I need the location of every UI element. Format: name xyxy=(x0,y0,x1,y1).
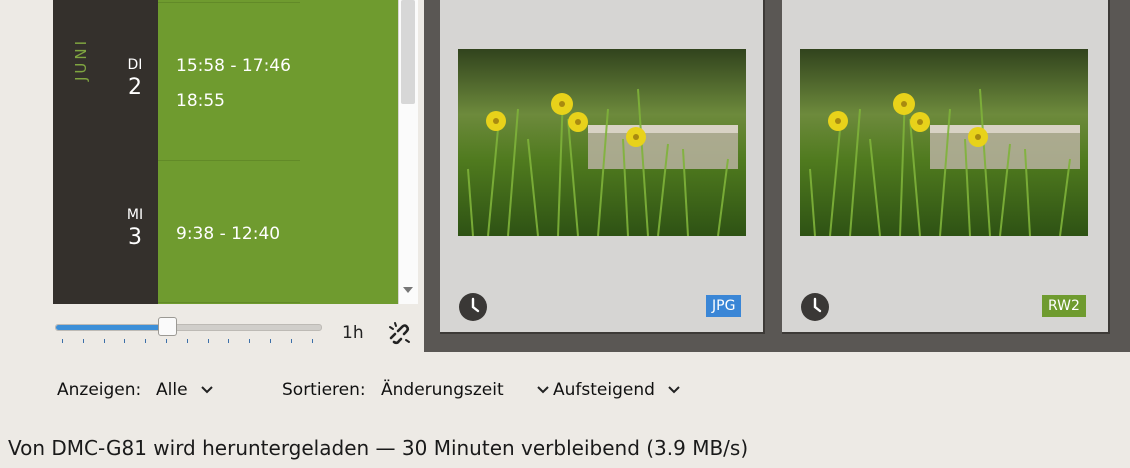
thumbnail-card[interactable]: RW2 xyxy=(782,0,1110,334)
unlink-icon[interactable] xyxy=(386,320,412,346)
show-filter-value: Alle xyxy=(156,380,188,400)
format-badge: JPG xyxy=(706,295,742,317)
thumbnails-pane: JPG RW2 xyxy=(424,0,1130,352)
slider-tick xyxy=(124,339,126,343)
slider-tick xyxy=(145,339,147,343)
slider-ticks xyxy=(62,339,313,345)
slider-tick xyxy=(270,339,271,343)
slider-tick xyxy=(103,339,105,343)
time-range[interactable]: 15:58 - 17:46 xyxy=(176,56,291,76)
weekday-label: MI xyxy=(126,207,144,223)
slider-tick xyxy=(82,339,84,343)
sort-by-value: Änderungszeit xyxy=(381,380,504,400)
month-label: JUNI xyxy=(72,37,90,81)
scroll-down-icon[interactable] xyxy=(403,287,413,293)
slider-tick xyxy=(290,339,292,343)
slider-tick xyxy=(207,339,209,343)
slider-tick xyxy=(62,339,63,343)
day-number: 3 xyxy=(128,225,142,250)
separator xyxy=(158,160,300,161)
photo-thumbnail[interactable] xyxy=(800,49,1088,236)
sort-by-dropdown[interactable]: Änderungszeit xyxy=(381,380,549,400)
show-filter-label: Anzeigen: xyxy=(57,380,142,400)
weekday-label: DI xyxy=(127,57,143,73)
clock-icon xyxy=(801,293,829,321)
time-range[interactable]: 18:55 xyxy=(176,91,225,111)
chevron-down-icon xyxy=(668,386,681,394)
status-text: Von DMC-G81 wird heruntergeladen — 30 Mi… xyxy=(8,436,749,460)
day-label: MI 3 xyxy=(113,207,157,250)
day-label: DI 2 xyxy=(113,57,157,100)
slider-tick xyxy=(166,339,167,343)
time-range[interactable]: 9:38 - 12:40 xyxy=(176,224,280,244)
day-number: 2 xyxy=(128,75,142,100)
sort-order-dropdown[interactable]: Aufsteigend xyxy=(553,380,681,400)
slider-tick xyxy=(228,339,230,343)
show-filter-dropdown[interactable]: Alle xyxy=(156,380,213,400)
separator xyxy=(158,302,300,303)
slider-tick xyxy=(186,339,188,343)
clock-icon xyxy=(459,293,487,321)
timeline-panel[interactable]: JUNI DI 2 MI 3 15:58 - 17:46 18:55 9:38 … xyxy=(53,0,398,304)
slider-tick xyxy=(249,339,251,343)
slider-fill xyxy=(56,325,162,330)
timeline-events[interactable]: 15:58 - 17:46 18:55 9:38 - 12:40 xyxy=(158,0,398,304)
zoom-level-label: 1h xyxy=(342,323,364,343)
photo-thumbnail[interactable] xyxy=(458,49,746,236)
sort-label: Sortieren: xyxy=(282,380,366,400)
slider-tick xyxy=(311,339,313,343)
zoom-slider[interactable] xyxy=(55,324,322,331)
chevron-down-icon xyxy=(201,386,213,394)
sort-order-value: Aufsteigend xyxy=(553,380,655,400)
timeline-scrollbar[interactable] xyxy=(398,0,418,304)
separator xyxy=(158,2,300,3)
scrollbar-thumb[interactable] xyxy=(401,0,415,104)
slider-handle[interactable] xyxy=(158,317,177,336)
format-badge: RW2 xyxy=(1042,295,1086,317)
thumbnail-card[interactable]: JPG xyxy=(440,0,765,334)
chevron-down-icon xyxy=(537,386,549,394)
